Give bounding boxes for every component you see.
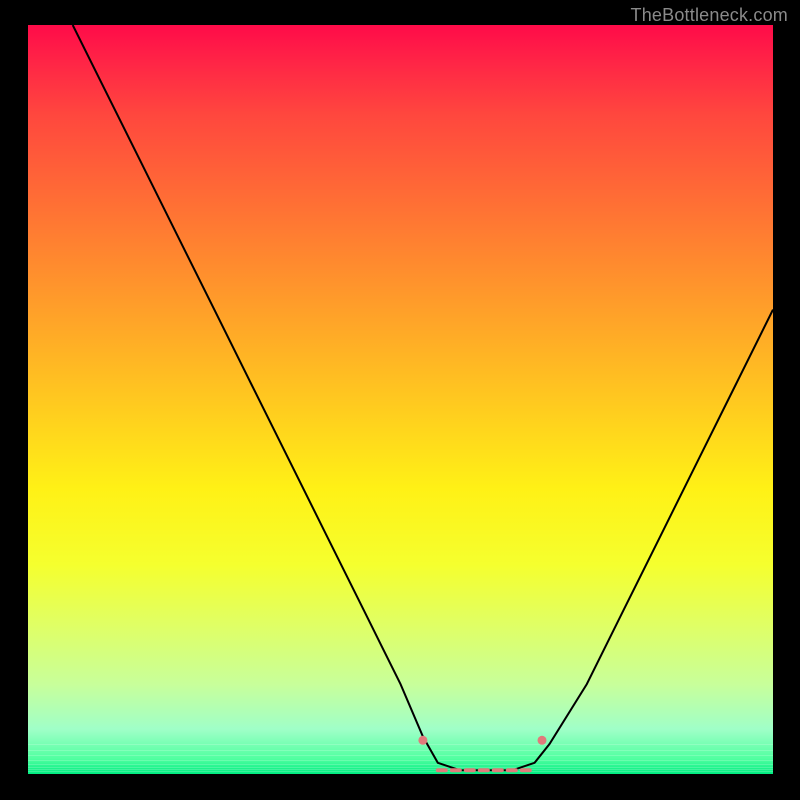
plot-area [28, 25, 773, 774]
watermark-text: TheBottleneck.com [631, 5, 788, 26]
basin-left-dot [418, 736, 427, 745]
basin-right-dot [538, 736, 547, 745]
chart-container: TheBottleneck.com [0, 0, 800, 800]
bottleneck-curve [28, 25, 773, 774]
curve-main [73, 25, 773, 770]
